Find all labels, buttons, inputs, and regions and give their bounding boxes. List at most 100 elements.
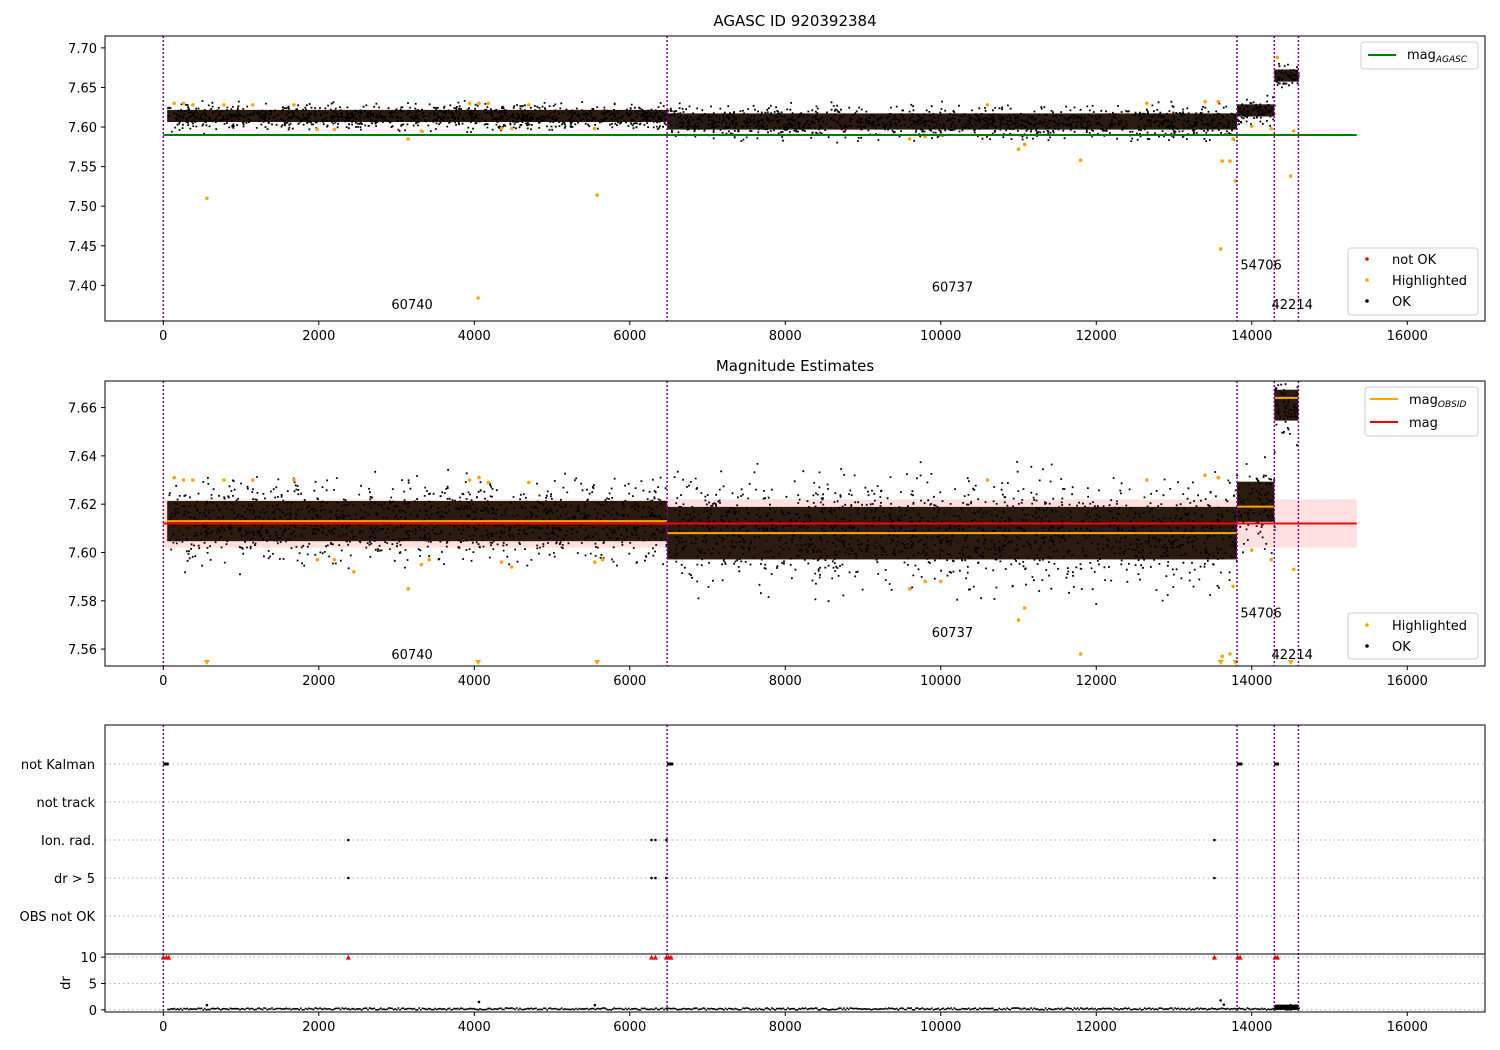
highlighted-point bbox=[172, 101, 176, 106]
highlighted-point bbox=[419, 562, 424, 567]
mag-legend: magOBSIDmag bbox=[1364, 386, 1479, 437]
x-tick-label: 0 bbox=[159, 1020, 167, 1035]
legend-marker bbox=[1365, 257, 1369, 261]
flag-point bbox=[650, 876, 653, 880]
highlighted-point bbox=[181, 478, 186, 482]
x-tick-label: 0 bbox=[159, 674, 167, 689]
x-tick-label: 12000 bbox=[1076, 1020, 1117, 1035]
highlighted-point bbox=[509, 126, 514, 131]
highlighted-point bbox=[222, 478, 226, 482]
highlighted-point bbox=[222, 103, 226, 107]
flag-point-run bbox=[1236, 762, 1243, 766]
highlighted-point bbox=[191, 103, 195, 107]
highlighted-point bbox=[486, 480, 491, 485]
flag-point bbox=[347, 838, 350, 842]
flag-point bbox=[665, 838, 668, 842]
highlighted-point bbox=[509, 565, 514, 569]
legend-marker bbox=[1365, 623, 1369, 627]
flags-axes: not Kalman not track Ion. rad. dr > 5 OBS no… bbox=[20, 724, 1486, 1035]
dr-outlier-point bbox=[1222, 1003, 1226, 1006]
legend-marker bbox=[1365, 299, 1369, 303]
y-tick-label: 7.66 bbox=[68, 402, 97, 417]
mid-plot-area: 60740 60737 54706 42214 0 2000 4000 6000 8000 100… bbox=[68, 380, 1486, 689]
highlighted-point bbox=[406, 137, 411, 141]
dr-clipped-marker bbox=[652, 954, 658, 960]
flag-row-label: not track bbox=[36, 796, 95, 811]
highlighted-point bbox=[1269, 557, 1273, 562]
x-tick-label: 4000 bbox=[458, 674, 491, 689]
y-tick-label: 7.56 bbox=[68, 643, 97, 658]
x-tick-label: 6000 bbox=[613, 329, 646, 344]
highlighted-point bbox=[1269, 126, 1273, 131]
highlighted-point bbox=[250, 103, 255, 107]
clipped-point-marker bbox=[1217, 660, 1224, 665]
highlighted-point bbox=[1291, 129, 1296, 133]
y-tick-label: 7.65 bbox=[68, 81, 97, 96]
obsid-label: 54706 bbox=[1240, 259, 1281, 274]
highlighted-point bbox=[1220, 654, 1225, 659]
highlighted-point bbox=[351, 570, 356, 574]
highlighted-point bbox=[985, 478, 990, 482]
agasc-legend: magAGASC bbox=[1360, 41, 1479, 70]
x-tick-label: 4000 bbox=[458, 329, 491, 344]
flag-point bbox=[1213, 838, 1216, 842]
dr-outlier-point bbox=[593, 1003, 597, 1007]
y-tick-label: 7.45 bbox=[68, 240, 97, 255]
flag-point bbox=[654, 876, 657, 880]
x-tick-label: 14000 bbox=[1231, 674, 1272, 689]
highlighted-point bbox=[467, 101, 472, 106]
dr-points bbox=[167, 1007, 1300, 1011]
top-plot-area: 60740 60737 54706 42214 0 2000 4000 6000 8000 100… bbox=[68, 35, 1486, 344]
highlighted-point bbox=[476, 296, 480, 300]
x-tick-label: 2000 bbox=[302, 674, 335, 689]
y-tick-label: 7.55 bbox=[68, 161, 97, 176]
highlighted-point bbox=[1228, 652, 1232, 656]
highlighted-point bbox=[1022, 606, 1027, 610]
flag-point bbox=[1213, 876, 1216, 880]
highlighted-point bbox=[406, 586, 411, 591]
highlighted-point bbox=[1145, 101, 1149, 106]
highlighted-point bbox=[593, 126, 597, 131]
legend-marker bbox=[1365, 278, 1369, 282]
x-tick-label: 6000 bbox=[613, 1020, 646, 1035]
x-tick-label: 14000 bbox=[1231, 1020, 1272, 1035]
x-tick-label: 16000 bbox=[1387, 1020, 1428, 1035]
highlighted-point bbox=[1220, 159, 1225, 163]
obsid-label: 60740 bbox=[391, 298, 432, 313]
highlighted-point bbox=[292, 478, 296, 482]
y-tick-label: 7.50 bbox=[68, 200, 97, 215]
x-tick-label: 12000 bbox=[1076, 674, 1117, 689]
flag-row-label: dr > 5 bbox=[54, 872, 95, 887]
highlighted-point bbox=[1288, 174, 1293, 178]
highlighted-point bbox=[1203, 99, 1207, 104]
highlighted-point bbox=[1216, 475, 1221, 480]
highlighted-point bbox=[1275, 55, 1280, 60]
y-tick-label: 7.40 bbox=[68, 279, 97, 294]
flag-point bbox=[654, 838, 657, 842]
agasc-mag-axes: AGASC ID 920392384 60740 60737 54706 42214 0… bbox=[68, 12, 1486, 344]
dr-tick-label: 0 bbox=[89, 1004, 97, 1019]
highlighted-point bbox=[1203, 473, 1207, 477]
highlighted-point bbox=[499, 126, 504, 131]
x-tick-label: 10000 bbox=[920, 329, 961, 344]
legend-marker bbox=[1365, 644, 1369, 648]
flag-row-label: not Kalman bbox=[21, 758, 95, 773]
highlighted-point bbox=[1231, 137, 1235, 141]
obsid-label: 60737 bbox=[932, 281, 973, 296]
highlighted-point bbox=[315, 127, 320, 132]
dr-axis-label: dr bbox=[59, 976, 74, 990]
x-tick-label: 2000 bbox=[302, 329, 335, 344]
legend-label: mag bbox=[1409, 416, 1438, 431]
highlighted-point bbox=[191, 478, 195, 482]
dr-clipped-marker bbox=[345, 954, 351, 960]
x-tick-label: 10000 bbox=[920, 1020, 961, 1035]
highlighted-point bbox=[250, 478, 255, 482]
y-tick-label: 7.60 bbox=[68, 121, 97, 136]
dr-outlier-point bbox=[477, 1000, 481, 1004]
dr-outlier-point bbox=[1289, 1003, 1292, 1007]
obsid-label: 60740 bbox=[391, 648, 432, 663]
obsid-label: 42214 bbox=[1272, 298, 1313, 313]
dr-outlier-point bbox=[205, 1003, 209, 1007]
status-legend: Highlighted OK bbox=[1347, 612, 1479, 660]
highlighted-point bbox=[1218, 247, 1223, 251]
